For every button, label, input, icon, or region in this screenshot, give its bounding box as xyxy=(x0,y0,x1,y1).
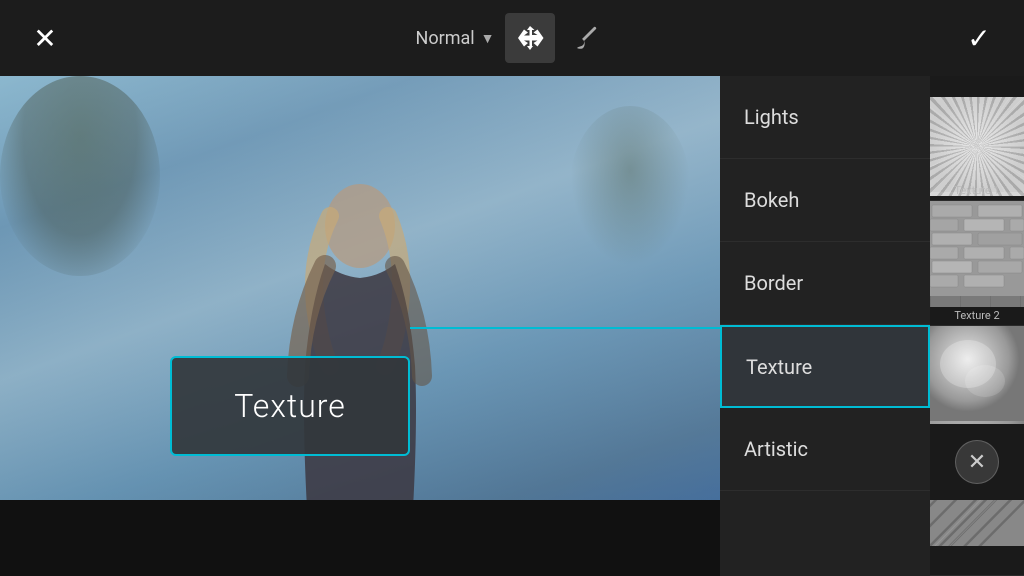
menu-item-empty xyxy=(720,491,930,576)
menu-item-lights-label: Lights xyxy=(744,105,799,129)
thumbnail-panel-close-button[interactable]: ✕ xyxy=(930,424,1024,500)
menu-item-artistic-label: Artistic xyxy=(744,437,808,461)
menu-item-bokeh-label: Bokeh xyxy=(744,188,799,212)
blend-mode-selector[interactable]: Normal ▼ xyxy=(415,28,494,49)
texture-label-text: Texture xyxy=(234,387,346,425)
menu-item-texture-label: Texture xyxy=(746,355,812,379)
blend-mode-label: Normal xyxy=(415,28,474,49)
menu-item-border-label: Border xyxy=(744,271,803,295)
menu-item-lights[interactable]: Lights xyxy=(720,76,930,159)
thumbnail-texture2-label: Texture 2 xyxy=(930,309,1024,322)
thumbnail-texture1[interactable]: Texture 1 xyxy=(930,76,1024,201)
menu-item-artistic[interactable]: Artistic xyxy=(720,408,930,491)
close-button[interactable]: ✕ xyxy=(20,13,70,63)
thumbnail-texture2-image xyxy=(930,201,1024,307)
thumbnail-texture2[interactable]: Texture 2 xyxy=(930,201,1024,326)
texture-label-box: Texture xyxy=(170,356,410,456)
connector-line xyxy=(410,327,730,329)
menu-item-texture[interactable]: Texture xyxy=(720,325,930,408)
close-icon: ✕ xyxy=(968,450,986,475)
blend-mode-arrow: ▼ xyxy=(481,30,495,47)
close-circle-icon: ✕ xyxy=(955,440,999,484)
confirm-button[interactable]: ✓ xyxy=(954,13,1004,63)
menu-item-border[interactable]: Border xyxy=(720,242,930,325)
brush-tool-button[interactable] xyxy=(565,16,609,60)
move-tool-button[interactable] xyxy=(505,13,555,63)
toolbar-center: Normal ▼ xyxy=(415,13,608,63)
thumbnail-texture3-image xyxy=(930,326,1024,432)
toolbar: ✕ Normal ▼ ✓ xyxy=(0,0,1024,76)
menu-panel: Lights Bokeh Border Texture Artistic xyxy=(720,76,930,576)
thumbnail-texture1-label: Texture 1 xyxy=(930,184,1024,197)
thumbnail-panel: Texture 1 xyxy=(930,76,1024,576)
thumbnail-texture1-image xyxy=(930,97,1024,196)
menu-item-bokeh[interactable]: Bokeh xyxy=(720,159,930,242)
